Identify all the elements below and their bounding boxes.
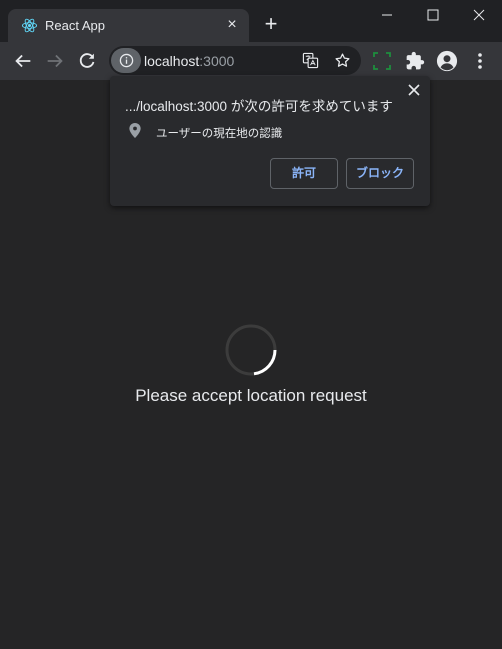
status-message: Please accept location request (135, 386, 367, 405)
location-permission-prompt: .../localhost:3000 が次の許可を求めています ユーザーの現在地… (110, 76, 430, 206)
block-button[interactable]: ブロック (346, 158, 414, 189)
url-host: localhost (144, 53, 200, 69)
minimize-icon[interactable] (364, 0, 410, 30)
info-icon (119, 53, 134, 68)
react-logo-icon (21, 18, 38, 33)
new-tab-button[interactable]: + (260, 13, 282, 35)
location-pin-icon (129, 123, 141, 138)
title-bar: React App × + (0, 0, 502, 42)
back-arrow-icon[interactable] (12, 50, 34, 72)
extension-screenshot-icon[interactable] (372, 51, 392, 71)
url-text: localhost:3000 (144, 53, 234, 69)
browser-toolbar: localhost:3000 (0, 42, 502, 80)
forward-arrow-icon[interactable] (44, 50, 66, 72)
translate-icon[interactable] (302, 52, 319, 69)
tab-title: React App (45, 18, 105, 33)
window-close-icon[interactable] (456, 0, 502, 30)
tab-react-app[interactable]: React App × (8, 9, 249, 42)
allow-button[interactable]: 許可 (270, 158, 338, 189)
url-port: :3000 (199, 53, 235, 69)
site-info-button[interactable] (111, 48, 141, 73)
prompt-title: .../localhost:3000 が次の許可を求めています (125, 99, 393, 114)
address-bar[interactable]: localhost:3000 (109, 46, 361, 75)
profile-avatar-icon[interactable] (436, 50, 458, 72)
permission-label: ユーザーの現在地の認識 (156, 128, 283, 140)
reload-icon[interactable] (76, 50, 98, 72)
prompt-close-icon[interactable] (407, 83, 421, 97)
extensions-puzzle-icon[interactable] (405, 51, 425, 71)
bookmark-star-icon[interactable] (334, 52, 351, 69)
loading-spinner-icon (225, 324, 277, 376)
menu-more-icon[interactable] (470, 51, 490, 71)
maximize-icon[interactable] (410, 0, 456, 30)
tab-close-icon[interactable]: × (223, 16, 241, 34)
